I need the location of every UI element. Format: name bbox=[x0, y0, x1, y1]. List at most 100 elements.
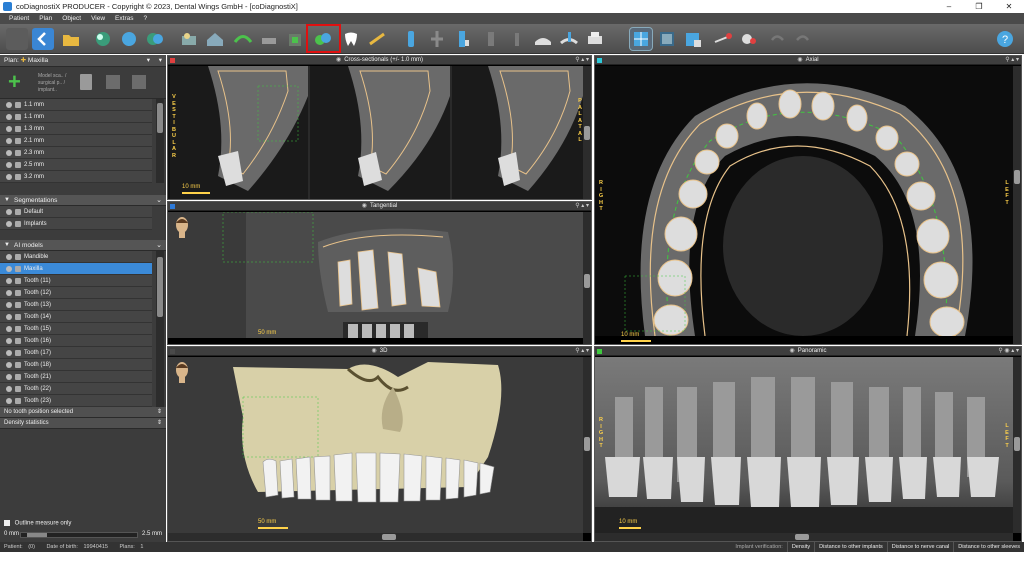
help-icon[interactable]: ? bbox=[994, 28, 1016, 50]
density-statistics-dropdown[interactable]: Density statistics ⇕ bbox=[0, 418, 166, 429]
view-controls-icon[interactable]: ⚲ ▴ ▾ bbox=[575, 56, 589, 65]
view-controls-icon[interactable]: ⚲ ▴ ▾ bbox=[575, 347, 589, 356]
ai-model-item-selected[interactable]: Maxilla bbox=[0, 263, 152, 275]
expand-icon[interactable]: ▼ bbox=[4, 195, 10, 206]
cross-sectional-view[interactable]: ◉ Cross-sectionals (+/- 1.0 mm) ⚲ ▴ ▾ VES… bbox=[167, 55, 592, 200]
visibility-icon[interactable] bbox=[6, 254, 12, 260]
visibility-icon[interactable] bbox=[6, 386, 12, 392]
menu-plan[interactable]: Plan bbox=[34, 13, 57, 24]
segmentation-item[interactable]: Implants bbox=[0, 218, 152, 230]
print-icon[interactable] bbox=[584, 28, 606, 50]
redo-icon[interactable] bbox=[792, 28, 814, 50]
menu-extras[interactable]: Extras bbox=[110, 13, 138, 24]
tangential-view[interactable]: ◉ Tangential ⚲ ▴ ▾ 50 mm bbox=[167, 201, 592, 345]
scrollbar-thumb[interactable] bbox=[157, 103, 163, 133]
chevron-down-icon[interactable]: ⌄ bbox=[156, 195, 162, 206]
bone-model-icon[interactable] bbox=[178, 28, 200, 50]
house-model-icon[interactable] bbox=[204, 28, 226, 50]
panoramic-vertical-scrollbar[interactable] bbox=[1013, 357, 1021, 533]
outline-slider[interactable] bbox=[20, 532, 138, 538]
nerve-tool-icon[interactable] bbox=[232, 28, 254, 50]
scrollbar-thumb[interactable] bbox=[584, 437, 590, 451]
back-arrow-icon[interactable] bbox=[32, 28, 54, 50]
add-object-icon[interactable]: + bbox=[8, 71, 21, 93]
eye-icon[interactable]: ◉ bbox=[372, 348, 377, 354]
dropdown-arrow-icon[interactable]: ⇕ bbox=[157, 418, 162, 429]
menu-patient[interactable]: Patient bbox=[4, 13, 34, 24]
ai-model-item[interactable]: Tooth (12) bbox=[0, 287, 152, 299]
plan-dropdown-icon[interactable]: ▾ bbox=[147, 55, 150, 67]
ai-model-item[interactable]: Tooth (17) bbox=[0, 347, 152, 359]
view-controls-icon[interactable]: ⚲ ◉ ▴ ▾ bbox=[998, 347, 1019, 356]
axial-vertical-scrollbar[interactable] bbox=[1013, 66, 1021, 344]
measure-row[interactable]: 1.1 mm bbox=[0, 111, 152, 123]
implant-icon[interactable] bbox=[400, 28, 422, 50]
measure-row[interactable]: 3.2 mm bbox=[0, 171, 152, 183]
expand-icon[interactable]: ▼ bbox=[4, 240, 10, 251]
visibility-icon[interactable] bbox=[6, 326, 12, 332]
visibility-icon[interactable] bbox=[6, 338, 12, 344]
segmentations-header[interactable]: ▼ Segmentations ⌄ bbox=[0, 195, 166, 206]
3d-horizontal-scrollbar[interactable] bbox=[168, 533, 583, 541]
ai-model-item[interactable]: Tooth (15) bbox=[0, 323, 152, 335]
ai-model-item[interactable]: Tooth (16) bbox=[0, 335, 152, 347]
ai-model-item[interactable]: Tooth (21) bbox=[0, 371, 152, 383]
tangential-vertical-scrollbar[interactable] bbox=[583, 212, 591, 344]
slider-thumb[interactable] bbox=[27, 533, 47, 537]
ai-models-header[interactable]: ▼ AI models ⌄ bbox=[0, 240, 166, 251]
ai-model-item[interactable]: Tooth (23) bbox=[0, 395, 152, 407]
guide-icon[interactable] bbox=[532, 28, 554, 50]
3d-vertical-scrollbar[interactable] bbox=[583, 357, 591, 533]
visibility-icon[interactable] bbox=[6, 350, 12, 356]
segmentation-item[interactable]: Default bbox=[0, 206, 152, 218]
visibility-icon[interactable] bbox=[6, 162, 12, 168]
visibility-icon[interactable] bbox=[6, 266, 12, 272]
visibility-icon[interactable] bbox=[6, 362, 12, 368]
visibility-icon[interactable] bbox=[6, 138, 12, 144]
visibility-icon[interactable] bbox=[6, 278, 12, 284]
ai-model-item[interactable]: Tooth (13) bbox=[0, 299, 152, 311]
scrollbar-thumb[interactable] bbox=[795, 534, 809, 540]
cross-vertical-scrollbar[interactable] bbox=[583, 66, 591, 199]
panel-collapse-icon[interactable]: ▾ bbox=[159, 55, 162, 67]
view-controls-icon[interactable]: ⚲ ▴ ▾ bbox=[575, 202, 589, 211]
layout-cube-icon[interactable] bbox=[682, 28, 704, 50]
visibility-icon[interactable] bbox=[6, 374, 12, 380]
folder-icon[interactable] bbox=[60, 28, 82, 50]
sphere-icon[interactable] bbox=[118, 28, 140, 50]
model-import-icon[interactable] bbox=[92, 28, 114, 50]
verification-distance-implants[interactable]: Distance to other implants bbox=[814, 542, 887, 552]
eye-icon[interactable]: ◉ bbox=[336, 57, 341, 63]
measure-tool-icon[interactable] bbox=[366, 28, 388, 50]
measure-row[interactable]: 2.1 mm bbox=[0, 135, 152, 147]
visibility-icon[interactable] bbox=[6, 174, 12, 180]
close-button[interactable]: ✕ bbox=[994, 0, 1024, 13]
pointer-tool-icon[interactable] bbox=[712, 28, 734, 50]
measure-row[interactable]: 2.3 mm bbox=[0, 147, 152, 159]
measure-row[interactable]: 1.1 mm bbox=[0, 99, 152, 111]
implant-list-icon[interactable] bbox=[452, 28, 474, 50]
verification-distance-sleeves[interactable]: Distance to other sleeves bbox=[953, 542, 1024, 552]
visibility-icon[interactable] bbox=[6, 150, 12, 156]
measures-scrollbar[interactable] bbox=[156, 99, 164, 183]
view-controls-icon[interactable]: ⚲ ▴ ▾ bbox=[1005, 56, 1019, 65]
axial-view[interactable]: ◉ Axial ⚲ ▴ ▾ RIGHT LEFT 10 mm bbox=[594, 55, 1022, 345]
scrollbar-thumb[interactable] bbox=[584, 126, 590, 140]
tooth-position-dropdown[interactable]: No tooth position selected ⇕ bbox=[0, 407, 166, 418]
layout-4-view-icon[interactable] bbox=[629, 27, 653, 51]
ai-model-item[interactable]: Tooth (22) bbox=[0, 383, 152, 395]
cube-tool-icon[interactable] bbox=[284, 28, 306, 50]
visibility-icon[interactable] bbox=[6, 221, 12, 227]
eraser-tool-icon[interactable] bbox=[738, 28, 760, 50]
tooth-icon[interactable] bbox=[340, 28, 362, 50]
disabled-tool-icon[interactable] bbox=[6, 28, 28, 50]
dropdown-arrow-icon[interactable]: ⇕ bbox=[157, 407, 162, 418]
align-tool-icon[interactable] bbox=[258, 28, 280, 50]
menu-object[interactable]: Object bbox=[57, 13, 86, 24]
disable-tool-icon[interactable] bbox=[132, 75, 146, 89]
eye-icon[interactable]: ◉ bbox=[790, 348, 795, 354]
scrollbar-thumb[interactable] bbox=[1014, 170, 1020, 184]
scrollbar-thumb[interactable] bbox=[1014, 437, 1020, 451]
implant-cross-icon[interactable] bbox=[426, 28, 448, 50]
ai-models-scrollbar[interactable] bbox=[156, 251, 164, 417]
